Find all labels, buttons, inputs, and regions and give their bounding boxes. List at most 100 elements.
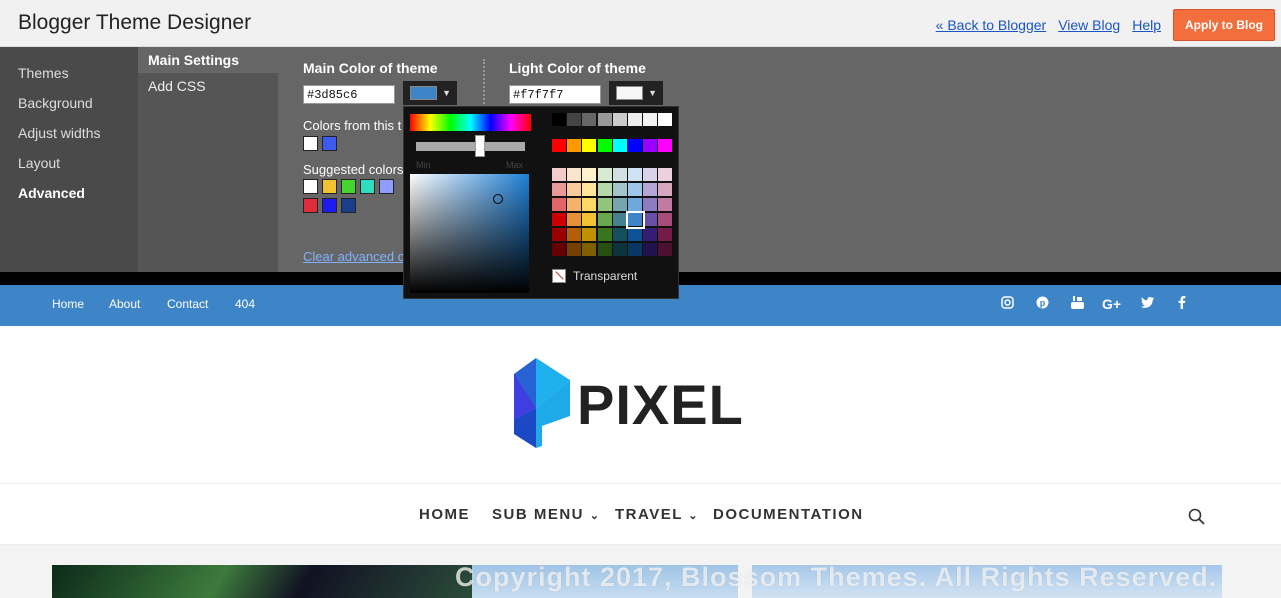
light-color-swatch-button[interactable]: ▼ [609, 81, 663, 105]
palette-swatch[interactable] [582, 113, 598, 127]
palette-swatch[interactable] [658, 139, 674, 153]
back-to-blogger-link[interactable]: « Back to Blogger [936, 17, 1047, 33]
theme-color-chip[interactable] [303, 136, 318, 151]
palette-swatch[interactable] [567, 243, 583, 257]
palette-swatch[interactable] [628, 168, 643, 182]
suggested-color-chip[interactable] [322, 179, 337, 194]
palette-swatch[interactable] [658, 113, 674, 127]
palette-swatch[interactable] [628, 139, 643, 153]
palette-swatch[interactable] [597, 243, 613, 257]
suggested-color-chip[interactable] [303, 198, 318, 213]
hue-slider[interactable] [410, 114, 531, 131]
palette-swatch[interactable] [567, 198, 583, 212]
palette-swatch[interactable] [612, 113, 628, 127]
opacity-slider-handle[interactable] [475, 135, 485, 157]
suggested-color-chip[interactable] [322, 198, 337, 213]
light-color-input[interactable] [509, 85, 601, 104]
palette-swatch[interactable] [612, 198, 628, 212]
transparent-option[interactable]: Transparent [552, 269, 637, 283]
palette-swatch[interactable] [626, 211, 645, 229]
top-menu-contact[interactable]: Contact [167, 297, 208, 311]
nav-item-themes[interactable]: Themes [0, 58, 138, 88]
nav-item-advanced[interactable]: Advanced [0, 178, 138, 208]
saturation-value-field[interactable] [410, 174, 529, 293]
palette-swatch[interactable] [628, 183, 643, 197]
pinterest-icon[interactable]: p [1033, 296, 1051, 312]
palette-swatch[interactable] [612, 243, 628, 257]
palette-swatch[interactable] [582, 139, 598, 153]
palette-swatch[interactable] [612, 228, 628, 242]
main-color-swatch-button[interactable]: ▼ [403, 81, 457, 105]
palette-swatch[interactable] [567, 113, 583, 127]
palette-swatch[interactable] [597, 198, 613, 212]
palette-swatch[interactable] [552, 243, 567, 257]
palette-swatch[interactable] [567, 183, 583, 197]
main-menu-home[interactable]: HOME [419, 506, 470, 523]
palette-swatch[interactable] [658, 228, 674, 242]
featured-image[interactable] [52, 565, 472, 598]
palette-swatch[interactable] [597, 228, 613, 242]
palette-swatch[interactable] [628, 113, 643, 127]
palette-swatch[interactable] [582, 228, 598, 242]
suggested-color-chip[interactable] [379, 179, 394, 194]
palette-swatch[interactable] [612, 213, 628, 227]
palette-swatch[interactable] [597, 168, 613, 182]
palette-swatch[interactable] [643, 139, 659, 153]
top-menu-home[interactable]: Home [52, 297, 84, 311]
palette-swatch[interactable] [597, 213, 613, 227]
view-blog-link[interactable]: View Blog [1058, 17, 1120, 33]
palette-swatch[interactable] [552, 113, 567, 127]
palette-swatch[interactable] [658, 198, 674, 212]
palette-swatch[interactable] [643, 243, 659, 257]
facebook-icon[interactable] [1173, 296, 1191, 312]
palette-swatch[interactable] [582, 213, 598, 227]
palette-swatch[interactable] [643, 228, 659, 242]
youtube-icon[interactable] [1068, 296, 1086, 312]
palette-swatch[interactable] [552, 168, 567, 182]
google-plus-icon[interactable]: G+ [1102, 296, 1121, 312]
main-color-input[interactable] [303, 85, 395, 104]
palette-swatch[interactable] [552, 198, 567, 212]
palette-swatch[interactable] [612, 168, 628, 182]
palette-swatch[interactable] [643, 183, 659, 197]
palette-swatch[interactable] [582, 198, 598, 212]
palette-swatch[interactable] [658, 213, 674, 227]
suggested-color-chip[interactable] [341, 198, 356, 213]
palette-swatch[interactable] [567, 228, 583, 242]
palette-swatch[interactable] [567, 139, 583, 153]
palette-swatch[interactable] [597, 113, 613, 127]
top-menu-about[interactable]: About [109, 297, 140, 311]
palette-swatch[interactable] [612, 183, 628, 197]
palette-swatch[interactable] [612, 139, 628, 153]
palette-swatch[interactable] [552, 228, 567, 242]
main-menu-travel[interactable]: TRAVEL ⌄ [615, 506, 699, 523]
palette-swatch[interactable] [658, 168, 674, 182]
nav-item-adjust-widths[interactable]: Adjust widths [0, 118, 138, 148]
palette-swatch[interactable] [643, 113, 659, 127]
palette-swatch[interactable] [643, 168, 659, 182]
palette-swatch[interactable] [658, 183, 674, 197]
color-cursor[interactable] [493, 194, 503, 204]
palette-swatch[interactable] [582, 243, 598, 257]
palette-swatch[interactable] [552, 183, 567, 197]
theme-color-chip[interactable] [322, 136, 337, 151]
opacity-slider-track[interactable] [416, 142, 525, 151]
suggested-color-chip[interactable] [303, 179, 318, 194]
palette-swatch[interactable] [552, 213, 567, 227]
top-menu-404[interactable]: 404 [235, 297, 255, 311]
palette-swatch[interactable] [658, 243, 674, 257]
instagram-icon[interactable] [998, 296, 1016, 312]
subnav-add-css[interactable]: Add CSS [138, 73, 278, 99]
palette-swatch[interactable] [597, 183, 613, 197]
main-menu-documentation[interactable]: DOCUMENTATION [713, 506, 864, 523]
clear-advanced-link[interactable]: Clear advanced c [303, 249, 404, 264]
palette-swatch[interactable] [628, 243, 643, 257]
palette-swatch[interactable] [628, 228, 643, 242]
main-menu-sub-menu[interactable]: SUB MENU ⌄ [492, 506, 600, 523]
nav-item-background[interactable]: Background [0, 88, 138, 118]
palette-swatch[interactable] [628, 198, 643, 212]
palette-swatch[interactable] [552, 139, 567, 153]
palette-swatch[interactable] [643, 198, 659, 212]
palette-swatch[interactable] [567, 168, 583, 182]
palette-swatch[interactable] [582, 183, 598, 197]
